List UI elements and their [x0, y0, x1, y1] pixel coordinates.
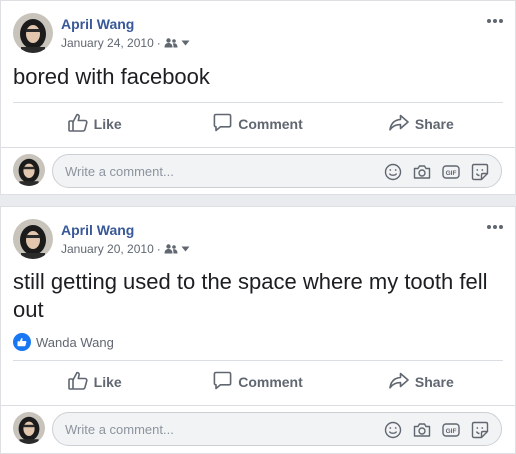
comment-input[interactable]: Write a comment... GIF: [52, 412, 502, 446]
friends-audience-icon[interactable]: [164, 38, 178, 48]
meta-separator: ·: [156, 242, 161, 256]
like-icon: [67, 113, 94, 135]
avatar[interactable]: [13, 219, 53, 259]
comment-placeholder: Write a comment...: [65, 163, 174, 179]
author-name[interactable]: April Wang: [61, 16, 134, 32]
emoji-icon[interactable]: [384, 163, 402, 184]
comment-bar: Write a comment... GIF: [1, 405, 515, 451]
share-icon: [389, 372, 415, 392]
post-date[interactable]: January 20, 2010: [61, 242, 154, 256]
like-button[interactable]: Like: [13, 104, 176, 144]
comment-button[interactable]: Comment: [176, 362, 339, 402]
divider: [13, 102, 503, 103]
comment-label: Comment: [238, 374, 303, 390]
post-header: April Wang January 20, 2010 ·: [1, 207, 515, 262]
comment-icons: GIF: [384, 421, 489, 442]
reaction-names[interactable]: Wanda Wang: [36, 335, 114, 350]
post: April Wang January 20, 2010 · still gett: [0, 206, 516, 454]
camera-icon[interactable]: [413, 164, 431, 183]
post: April Wang January 24, 2010 · bored with: [0, 0, 516, 195]
post-date[interactable]: January 24, 2010: [61, 36, 154, 50]
like-button[interactable]: Like: [13, 362, 176, 402]
avatar[interactable]: [13, 412, 45, 444]
share-button[interactable]: Share: [340, 362, 503, 402]
like-icon: [67, 371, 94, 393]
share-label: Share: [414, 116, 454, 132]
sticker-icon[interactable]: [471, 421, 489, 442]
like-label: Like: [93, 116, 122, 132]
like-reaction-icon: [13, 333, 31, 351]
share-icon: [389, 114, 415, 134]
post-meta: January 20, 2010 ·: [61, 242, 190, 256]
post-actions: Like Comment Share: [13, 104, 503, 144]
camera-icon[interactable]: [413, 422, 431, 441]
meta-separator: ·: [156, 36, 161, 50]
comment-placeholder: Write a comment...: [65, 421, 174, 437]
sticker-icon[interactable]: [471, 163, 489, 184]
share-button[interactable]: Share: [340, 104, 503, 144]
emoji-icon[interactable]: [384, 421, 402, 442]
comment-bar: Write a comment... GIF: [1, 147, 515, 193]
post-meta: January 24, 2010 ·: [61, 36, 190, 50]
avatar[interactable]: [13, 154, 45, 186]
svg-text:GIF: GIF: [446, 170, 457, 177]
more-options-icon[interactable]: [485, 220, 505, 232]
reactions-summary[interactable]: Wanda Wang: [13, 333, 114, 351]
caret-down-icon[interactable]: [181, 40, 190, 46]
friends-audience-icon[interactable]: [164, 244, 178, 254]
comment-label: Comment: [238, 116, 303, 132]
avatar[interactable]: [13, 13, 53, 53]
comment-button[interactable]: Comment: [176, 104, 339, 144]
comment-icon: [213, 371, 238, 393]
post-header: April Wang January 24, 2010 ·: [1, 1, 515, 56]
post-text: still getting used to the space where my…: [13, 269, 488, 322]
more-options-icon[interactable]: [485, 14, 505, 26]
comment-icon: [213, 113, 238, 135]
caret-down-icon[interactable]: [181, 246, 190, 252]
divider: [13, 360, 503, 361]
comment-input[interactable]: Write a comment... GIF: [52, 154, 502, 188]
gif-icon[interactable]: GIF: [442, 164, 460, 183]
gif-icon[interactable]: GIF: [442, 422, 460, 441]
comment-icons: GIF: [384, 163, 489, 184]
svg-text:GIF: GIF: [446, 428, 457, 435]
share-label: Share: [414, 374, 454, 390]
post-actions: Like Comment Share: [13, 362, 503, 402]
like-label: Like: [93, 374, 122, 390]
author-name[interactable]: April Wang: [61, 222, 134, 238]
post-text: bored with facebook: [13, 64, 210, 89]
